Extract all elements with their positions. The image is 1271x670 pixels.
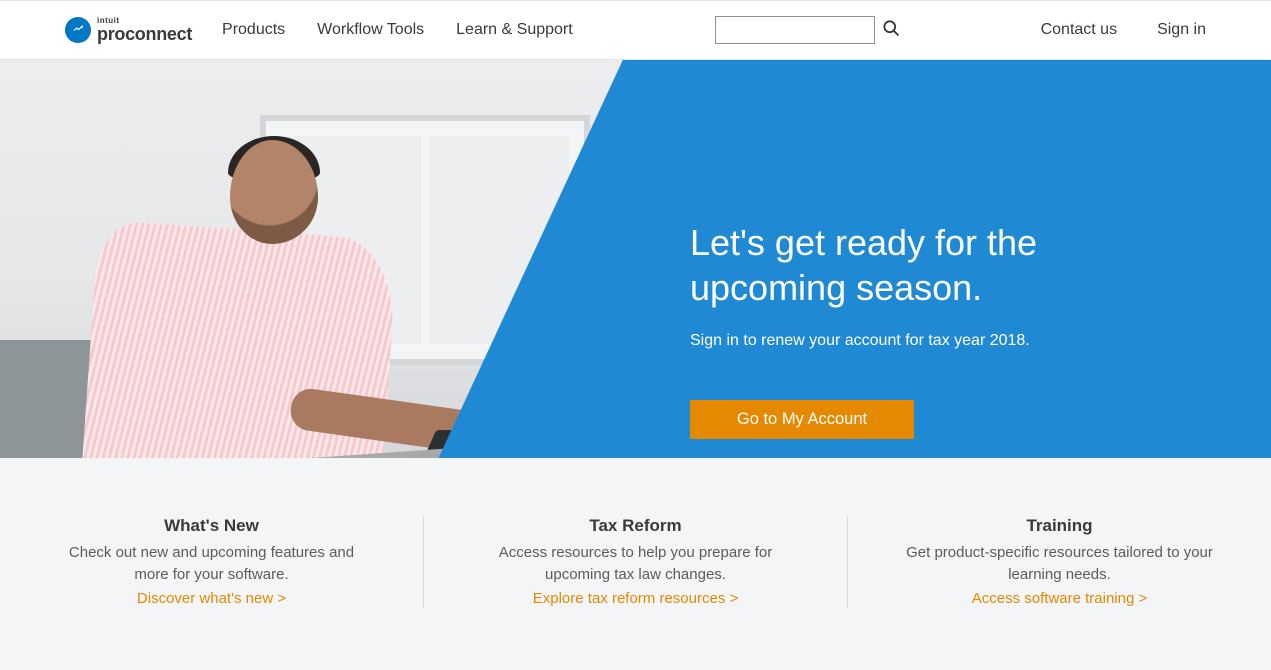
search-icon[interactable] [881, 18, 901, 43]
card-body: Access resources to help you prepare for… [480, 542, 791, 586]
search-input[interactable] [715, 16, 875, 44]
hero: Let's get ready for the upcoming season.… [0, 60, 1271, 458]
card-training: Training Get product-specific resources … [848, 516, 1271, 608]
hero-subtitle: Sign in to renew your account for tax ye… [690, 332, 1190, 350]
hero-title-line1: Let's get ready for the [690, 222, 1037, 263]
card-body: Check out new and upcoming features and … [56, 542, 367, 586]
header-utility-links: Contact us Sign in [1041, 21, 1206, 39]
nav-products[interactable]: Products [222, 21, 285, 39]
card-title: What's New [56, 516, 367, 536]
search [715, 16, 901, 44]
brand-logo[interactable]: intuit proconnect [65, 17, 192, 43]
brand-logo-text: intuit proconnect [97, 17, 192, 43]
card-tax-reform: Tax Reform Access resources to help you … [424, 516, 848, 608]
card-body: Get product-specific resources tailored … [904, 542, 1215, 586]
card-whats-new: What's New Check out new and upcoming fe… [0, 516, 424, 608]
discover-whats-new-link[interactable]: Discover what's new > [137, 590, 286, 607]
header: intuit proconnect Products Workflow Tool… [0, 0, 1271, 60]
info-cards: What's New Check out new and upcoming fe… [0, 458, 1271, 670]
contact-us-link[interactable]: Contact us [1041, 21, 1117, 39]
primary-nav: Products Workflow Tools Learn & Support [222, 21, 573, 39]
access-training-link[interactable]: Access software training > [972, 590, 1148, 607]
brand-name: proconnect [97, 25, 192, 43]
sign-in-link[interactable]: Sign in [1157, 21, 1206, 39]
nav-learn-support[interactable]: Learn & Support [456, 21, 573, 39]
go-to-my-account-button[interactable]: Go to My Account [690, 400, 914, 439]
hero-content: Let's get ready for the upcoming season.… [690, 220, 1190, 439]
nav-workflow-tools[interactable]: Workflow Tools [317, 21, 424, 39]
explore-tax-reform-link[interactable]: Explore tax reform resources > [533, 590, 739, 607]
card-title: Training [904, 516, 1215, 536]
hero-title-line2: upcoming season. [690, 267, 982, 308]
card-title: Tax Reform [480, 516, 791, 536]
brand-logo-mark [65, 17, 91, 43]
hero-title: Let's get ready for the upcoming season. [690, 220, 1190, 310]
